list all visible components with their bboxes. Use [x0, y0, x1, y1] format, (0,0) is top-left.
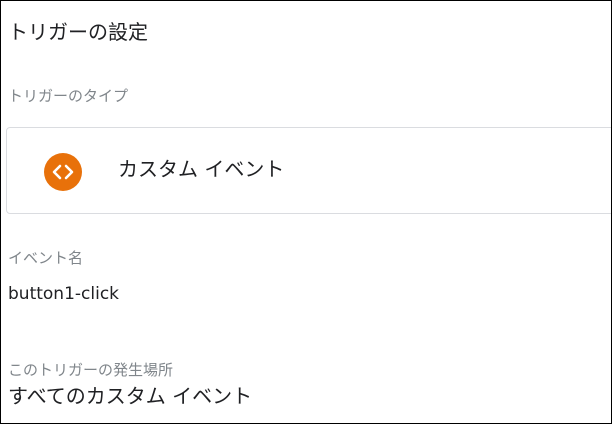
- fires-on-label: このトリガーの発生場所: [8, 361, 174, 379]
- code-brackets-icon: [44, 153, 82, 191]
- panel-title: トリガーの設定: [8, 20, 148, 44]
- trigger-type-label: トリガーのタイプ: [8, 87, 129, 105]
- trigger-type-selector[interactable]: カスタム イベント: [6, 127, 611, 214]
- trigger-config-panel: トリガーの設定 トリガーのタイプ カスタム イベント イベント名 button1…: [0, 0, 612, 424]
- trigger-type-name: カスタム イベント: [118, 157, 285, 181]
- event-name-value: button1-click: [8, 284, 120, 304]
- fires-on-value: すべてのカスタム イベント: [8, 384, 253, 408]
- event-name-label: イベント名: [8, 249, 84, 267]
